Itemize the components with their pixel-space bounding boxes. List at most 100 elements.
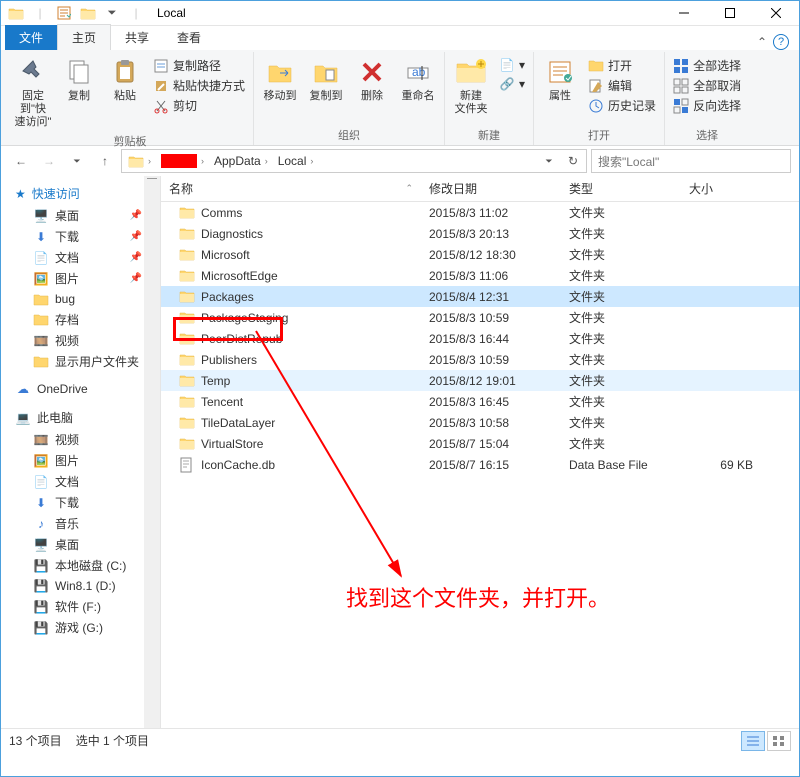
paste-button[interactable]: 粘贴 xyxy=(103,54,147,105)
sidebar-scrollbar[interactable] xyxy=(144,176,160,728)
maximize-button[interactable] xyxy=(707,1,753,26)
refresh-button[interactable]: ↻ xyxy=(562,150,584,172)
pin-to-quick-access-button[interactable]: 固定到"快 速访问" xyxy=(11,54,55,131)
minimize-button[interactable] xyxy=(661,1,707,26)
tab-home[interactable]: 主页 xyxy=(57,24,111,50)
sidebar-item-disk-d[interactable]: 💾Win8.1 (D:) xyxy=(1,576,160,596)
ribbon-tabs: 文件 主页 共享 查看 ⌃ ? xyxy=(1,26,799,50)
col-size[interactable]: 大小 xyxy=(681,180,761,197)
back-button[interactable]: ← xyxy=(9,149,33,173)
delete-button[interactable]: 删除 xyxy=(350,54,394,105)
file-row[interactable]: Tencent2015/8/3 16:45文件夹 xyxy=(161,391,799,412)
sidebar-item-music[interactable]: ♪音乐 xyxy=(1,513,160,534)
file-row[interactable]: VirtualStore2015/8/7 15:04文件夹 xyxy=(161,433,799,454)
recent-locations-button[interactable]: ⏷ xyxy=(65,149,89,173)
col-date[interactable]: 修改日期 xyxy=(421,180,561,197)
file-name: Packages xyxy=(201,290,254,304)
sidebar-item-disk-c[interactable]: 💾本地磁盘 (C:) xyxy=(1,555,160,576)
rename-button[interactable]: ab重命名 xyxy=(396,54,440,105)
file-row[interactable]: PackageStaging2015/8/3 10:59文件夹 xyxy=(161,307,799,328)
cut-button[interactable]: 剪切 xyxy=(149,96,249,115)
qat-sep: | xyxy=(29,2,51,24)
tab-file[interactable]: 文件 xyxy=(5,25,57,50)
folder-icon xyxy=(179,415,195,431)
help-icon[interactable]: ? xyxy=(773,34,789,50)
qat-sep: | xyxy=(125,2,147,24)
tab-view[interactable]: 查看 xyxy=(163,25,215,50)
sidebar-item-downloads[interactable]: ⬇下载📌 xyxy=(1,226,160,247)
sidebar-item-desktop[interactable]: 🖥️桌面📌 xyxy=(1,205,160,226)
file-row[interactable]: Microsoft2015/8/12 18:30文件夹 xyxy=(161,244,799,265)
col-name[interactable]: 名称⌃ xyxy=(161,180,421,197)
file-row[interactable]: TileDataLayer2015/8/3 10:58文件夹 xyxy=(161,412,799,433)
folder-icon[interactable] xyxy=(5,2,27,24)
paste-shortcut-button[interactable]: 粘贴快捷方式 xyxy=(149,76,249,95)
file-date: 2015/8/3 16:45 xyxy=(421,395,561,409)
sidebar-item-desktop2[interactable]: 🖥️桌面 xyxy=(1,534,160,555)
file-row[interactable]: MicrosoftEdge2015/8/3 11:06文件夹 xyxy=(161,265,799,286)
select-all-button[interactable]: 全部选择 xyxy=(669,56,745,75)
copy-button[interactable]: 复制 xyxy=(57,54,101,105)
col-type[interactable]: 类型 xyxy=(561,180,681,197)
icons-view-button[interactable] xyxy=(767,731,791,751)
properties-icon[interactable] xyxy=(53,2,75,24)
address-dropdown-icon[interactable]: ⏷ xyxy=(538,150,560,172)
history-button[interactable]: 历史记录 xyxy=(584,96,660,115)
sidebar-item-documents2[interactable]: 📄文档 xyxy=(1,471,160,492)
copy-to-button[interactable]: 复制到 xyxy=(304,54,348,105)
breadcrumb-local[interactable]: Local xyxy=(278,154,307,168)
file-row[interactable]: Publishers2015/8/3 10:59文件夹 xyxy=(161,349,799,370)
folder-icon[interactable] xyxy=(77,2,99,24)
tab-share[interactable]: 共享 xyxy=(111,25,163,50)
sidebar-item-bug[interactable]: bug xyxy=(1,289,160,309)
file-row[interactable]: IconCache.db2015/8/7 16:15Data Base File… xyxy=(161,454,799,475)
sidebar-item-userfolder[interactable]: 显示用户文件夹 xyxy=(1,351,160,372)
search-input[interactable]: 搜索"Local" xyxy=(591,149,791,173)
sidebar-onedrive[interactable]: ☁OneDrive xyxy=(1,378,160,400)
edit-button[interactable]: 编辑 xyxy=(584,76,660,95)
new-folder-button[interactable]: 新建 文件夹 xyxy=(449,54,493,118)
sidebar-quick-access[interactable]: ★快速访问 xyxy=(1,182,160,205)
navigation-pane: ★快速访问 🖥️桌面📌 ⬇下载📌 📄文档📌 🖼️图片📌 bug 存档 🎞️视频 … xyxy=(1,176,161,728)
sidebar-item-archive[interactable]: 存档 xyxy=(1,309,160,330)
file-row[interactable]: Packages2015/8/4 12:31文件夹 xyxy=(161,286,799,307)
sidebar-item-videos2[interactable]: 🎞️视频 xyxy=(1,429,160,450)
file-row[interactable]: Diagnostics2015/8/3 20:13文件夹 xyxy=(161,223,799,244)
invert-selection-button[interactable]: 反向选择 xyxy=(669,96,745,115)
sidebar-item-pictures[interactable]: 🖼️图片📌 xyxy=(1,268,160,289)
copy-path-button[interactable]: 复制路径 xyxy=(149,56,249,75)
download-icon: ⬇ xyxy=(33,495,49,511)
file-row[interactable]: Temp2015/8/12 19:01文件夹 xyxy=(161,370,799,391)
sidebar-this-pc[interactable]: 💻此电脑 xyxy=(1,406,160,429)
sidebar-item-disk-g[interactable]: 💾游戏 (G:) xyxy=(1,617,160,638)
sidebar-item-documents[interactable]: 📄文档📌 xyxy=(1,247,160,268)
close-button[interactable] xyxy=(753,1,799,26)
qat-dropdown-icon[interactable]: ⏷ xyxy=(101,2,123,24)
details-view-button[interactable] xyxy=(741,731,765,751)
file-name: Temp xyxy=(201,374,230,388)
file-name: PackageStaging xyxy=(201,311,288,325)
file-row[interactable]: Comms2015/8/3 11:02文件夹 xyxy=(161,202,799,223)
up-button[interactable]: ↑ xyxy=(93,149,117,173)
address-bar: ← → ⏷ ↑ › › AppData› Local› ⏷ ↻ 搜索"Local… xyxy=(1,146,799,176)
file-size: 69 KB xyxy=(681,458,761,472)
breadcrumb-bar[interactable]: › › AppData› Local› ⏷ ↻ xyxy=(121,149,587,173)
sidebar-item-videos[interactable]: 🎞️视频 xyxy=(1,330,160,351)
easy-access-button[interactable]: 🔗▾ xyxy=(495,75,529,93)
select-none-button[interactable]: 全部取消 xyxy=(669,76,745,95)
breadcrumb-appdata[interactable]: AppData xyxy=(214,154,261,168)
open-button[interactable]: 打开 xyxy=(584,56,660,75)
sidebar-item-disk-f[interactable]: 💾软件 (F:) xyxy=(1,596,160,617)
collapse-ribbon-icon[interactable]: ⌃ xyxy=(757,35,767,49)
properties-button[interactable]: 属性 xyxy=(538,54,582,105)
sidebar-item-downloads2[interactable]: ⬇下载 xyxy=(1,492,160,513)
file-row[interactable]: PeerDistRepub2015/8/3 16:44文件夹 xyxy=(161,328,799,349)
file-type: Data Base File xyxy=(561,458,681,472)
file-name: Comms xyxy=(201,206,242,220)
new-item-button[interactable]: 📄▾ xyxy=(495,56,529,74)
document-icon: 📄 xyxy=(33,474,49,490)
move-to-button[interactable]: 移动到 xyxy=(258,54,302,105)
folder-icon xyxy=(179,247,195,263)
sidebar-item-pictures2[interactable]: 🖼️图片 xyxy=(1,450,160,471)
forward-button[interactable]: → xyxy=(37,149,61,173)
